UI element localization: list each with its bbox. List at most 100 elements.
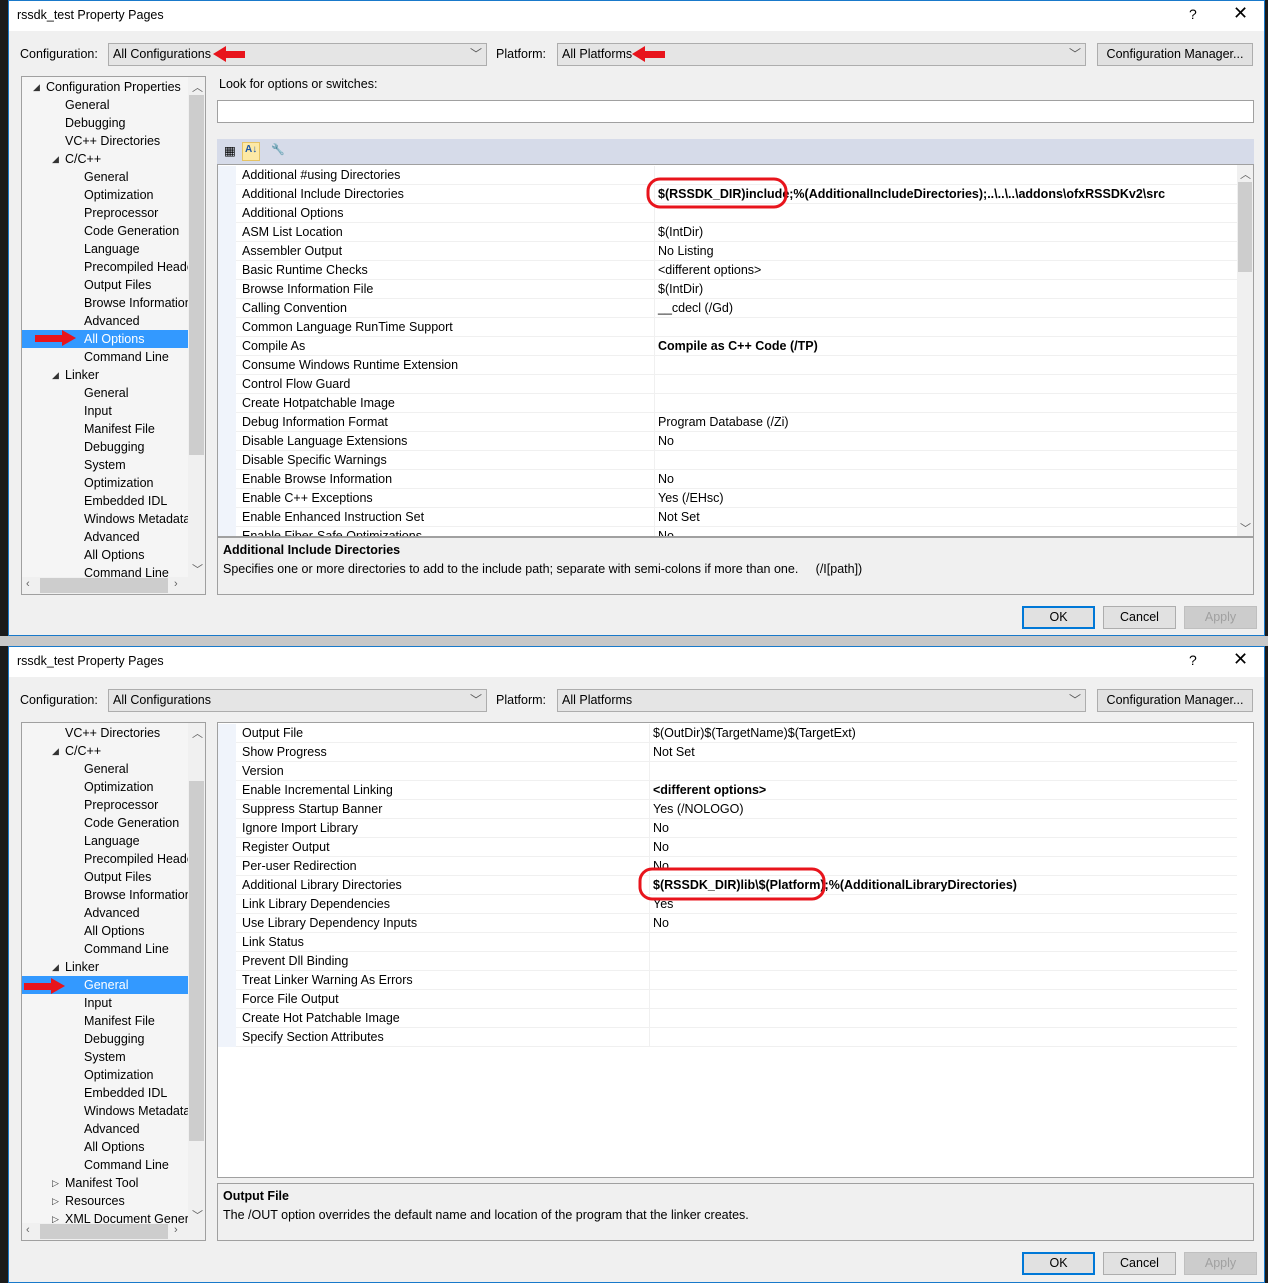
tree-item[interactable]: Advanced — [22, 904, 188, 922]
tree-item[interactable]: ◢ Linker — [22, 958, 188, 976]
property-grid[interactable]: Additional #using Directories Additional … — [217, 164, 1254, 537]
property-value[interactable]: <different options> — [658, 263, 761, 277]
configuration-dropdown[interactable]: All Configurations ﹀ — [108, 689, 487, 712]
tree-item[interactable]: General — [22, 168, 188, 186]
category-tree[interactable]: VC++ Directories ◢ C/C++ General Optimizatio… — [21, 722, 206, 1241]
property-value[interactable]: <different options> — [653, 783, 766, 797]
scroll-down-icon[interactable]: ﹀ — [192, 561, 203, 577]
property-row[interactable]: Enable C++ Exceptions Yes (/EHsc) — [218, 489, 1237, 508]
scrollbar-thumb[interactable] — [40, 1224, 168, 1239]
tree-item[interactable]: Command Line — [22, 1156, 188, 1174]
property-value[interactable]: Not Set — [658, 510, 700, 524]
property-row[interactable]: Create Hot Patchable Image — [218, 1009, 1237, 1028]
tree-item[interactable]: Output Files — [22, 868, 188, 886]
tree-item[interactable]: Manifest File — [22, 420, 188, 438]
property-row[interactable]: Ignore Import Library No — [218, 819, 1237, 838]
scroll-left-icon[interactable]: ‹ — [26, 578, 30, 590]
property-row[interactable]: Show Progress Not Set — [218, 743, 1237, 762]
property-value[interactable]: Compile as C++ Code (/TP) — [658, 339, 818, 353]
help-button[interactable]: ? — [1189, 652, 1197, 668]
tree-item[interactable]: ◢ Configuration Properties — [22, 78, 188, 96]
tree-item[interactable]: Output Files — [22, 276, 188, 294]
tree-item[interactable]: Optimization — [22, 186, 188, 204]
tree-item[interactable]: Language — [22, 240, 188, 258]
tree-item[interactable]: Advanced — [22, 1120, 188, 1138]
property-row[interactable]: Enable Incremental Linking <different opt… — [218, 781, 1237, 800]
tree-item[interactable]: Debugging — [22, 114, 188, 132]
tree-item[interactable]: Input — [22, 994, 188, 1012]
property-value[interactable]: No — [653, 840, 669, 854]
property-row[interactable]: Consume Windows Runtime Extension — [218, 356, 1237, 375]
property-value[interactable]: No — [658, 472, 674, 486]
scroll-left-icon[interactable]: ‹ — [26, 1224, 30, 1236]
tree-item[interactable]: General — [22, 384, 188, 402]
configuration-dropdown[interactable]: All Configurations ﹀ — [108, 43, 487, 66]
property-value[interactable]: __cdecl (/Gd) — [658, 301, 733, 315]
tree-item[interactable]: All Options — [22, 1138, 188, 1156]
scroll-up-icon[interactable]: ︿ — [192, 725, 203, 741]
property-row[interactable]: Force File Output — [218, 990, 1237, 1009]
tree-item[interactable]: All Options — [22, 922, 188, 940]
property-row[interactable]: Additional #using Directories — [218, 166, 1237, 185]
property-row[interactable]: Output File $(OutDir)$(TargetName)$(Targe… — [218, 724, 1237, 743]
tree-item[interactable]: General — [22, 96, 188, 114]
tree-item[interactable]: All Options — [22, 546, 188, 564]
property-value[interactable]: Yes (/EHsc) — [658, 491, 724, 505]
tree-item[interactable]: Code Generation — [22, 814, 188, 832]
property-value[interactable]: $(OutDir)$(TargetName)$(TargetExt) — [653, 726, 856, 740]
tree-item[interactable]: Optimization — [22, 1066, 188, 1084]
property-row[interactable]: Register Output No — [218, 838, 1237, 857]
tree-item[interactable]: System — [22, 456, 188, 474]
property-row[interactable]: Basic Runtime Checks <different options> — [218, 261, 1237, 280]
property-value[interactable]: No — [653, 821, 669, 835]
tree-horizontal-scrollbar[interactable]: ‹ › — [22, 1223, 205, 1240]
tree-horizontal-scrollbar[interactable]: ‹ › — [22, 577, 205, 594]
tree-item[interactable]: General — [22, 976, 188, 994]
expanded-triangle-icon[interactable]: ◢ — [52, 154, 59, 165]
tree-item[interactable]: Command Line — [22, 940, 188, 958]
tree-item[interactable]: Preprocessor — [22, 204, 188, 222]
property-row[interactable]: Link Library Dependencies Yes — [218, 895, 1237, 914]
configuration-manager-button[interactable]: Configuration Manager... — [1097, 689, 1253, 712]
property-row[interactable]: Additional Include Directories $(RSSDK_DI… — [218, 185, 1237, 204]
tree-item[interactable]: Optimization — [22, 778, 188, 796]
tree-item[interactable]: Windows Metadata — [22, 510, 188, 528]
apply-button[interactable]: Apply — [1184, 1252, 1257, 1275]
tree-item[interactable]: Preprocessor — [22, 796, 188, 814]
property-row[interactable]: Debug Information Format Program Database… — [218, 413, 1237, 432]
property-row[interactable]: Per-user Redirection No — [218, 857, 1237, 876]
property-row[interactable]: Specify Section Attributes — [218, 1028, 1237, 1047]
scroll-right-icon[interactable]: › — [174, 578, 178, 590]
category-tree[interactable]: ◢ Configuration Properties General Debuggin… — [21, 76, 206, 595]
tree-item[interactable]: Embedded IDL — [22, 492, 188, 510]
cancel-button[interactable]: Cancel — [1103, 606, 1176, 629]
scrollbar-thumb[interactable] — [189, 781, 204, 1141]
property-grid[interactable]: Output File $(OutDir)$(TargetName)$(Targe… — [217, 722, 1254, 1178]
property-value[interactable]: No — [653, 859, 669, 873]
property-value[interactable]: No — [658, 434, 674, 448]
property-row[interactable]: Additional Library Directories $(RSSDK_DI… — [218, 876, 1237, 895]
property-row[interactable]: Use Library Dependency Inputs No — [218, 914, 1237, 933]
scroll-up-icon[interactable]: ︿ — [1240, 166, 1251, 182]
property-row[interactable]: Control Flow Guard — [218, 375, 1237, 394]
tree-item[interactable]: Language — [22, 832, 188, 850]
configuration-manager-button[interactable]: Configuration Manager... — [1097, 43, 1253, 66]
tree-item[interactable]: All Options — [22, 330, 188, 348]
tree-item[interactable]: Browse Information — [22, 294, 188, 312]
tree-item[interactable]: System — [22, 1048, 188, 1066]
scrollbar-thumb[interactable] — [189, 95, 204, 455]
expanded-triangle-icon[interactable]: ◢ — [52, 962, 59, 973]
cancel-button[interactable]: Cancel — [1103, 1252, 1176, 1275]
tree-item[interactable]: Advanced — [22, 312, 188, 330]
collapsed-triangle-icon[interactable]: ▷ — [52, 1178, 59, 1189]
expanded-triangle-icon[interactable]: ◢ — [52, 370, 59, 381]
close-button[interactable]: ✕ — [1233, 3, 1248, 24]
scroll-up-icon[interactable]: ︿ — [192, 79, 203, 95]
apply-button[interactable]: Apply — [1184, 606, 1257, 629]
expanded-triangle-icon[interactable]: ◢ — [33, 82, 40, 93]
tree-item[interactable]: Optimization — [22, 474, 188, 492]
property-row[interactable]: Disable Specific Warnings — [218, 451, 1237, 470]
property-row[interactable]: Version — [218, 762, 1237, 781]
tree-item[interactable]: Debugging — [22, 1030, 188, 1048]
property-row[interactable]: Browse Information File $(IntDir) — [218, 280, 1237, 299]
